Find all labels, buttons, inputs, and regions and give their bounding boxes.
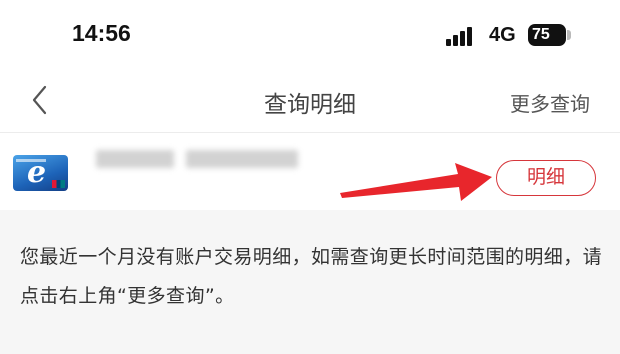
annotation-arrow-shape xyxy=(340,163,492,201)
signal-strength-icon xyxy=(446,27,480,46)
bank-card-icon: e xyxy=(13,155,68,191)
status-bar: 14:56 4G 75 xyxy=(0,0,620,70)
annotation-arrow-icon xyxy=(340,163,492,201)
nav-bar: 查询明细 更多查询 xyxy=(0,70,620,133)
masked-account-number xyxy=(186,150,298,168)
network-type: 4G xyxy=(489,24,516,46)
battery-icon: 75 xyxy=(528,24,566,46)
status-time: 14:56 xyxy=(72,20,131,46)
battery-cap xyxy=(567,30,571,40)
no-transactions-message: 您最近一个月没有账户交易明细，如需查询更长时间范围的明细，请点击右上角“更多查询… xyxy=(20,246,603,307)
unionpay-logo-icon xyxy=(52,180,65,188)
more-query-link[interactable]: 更多查询 xyxy=(510,88,590,117)
account-row: e 明细 xyxy=(0,133,620,210)
battery-level: 75 xyxy=(532,26,550,43)
detail-button[interactable]: 明细 xyxy=(496,160,596,196)
masked-account-name xyxy=(96,150,174,168)
